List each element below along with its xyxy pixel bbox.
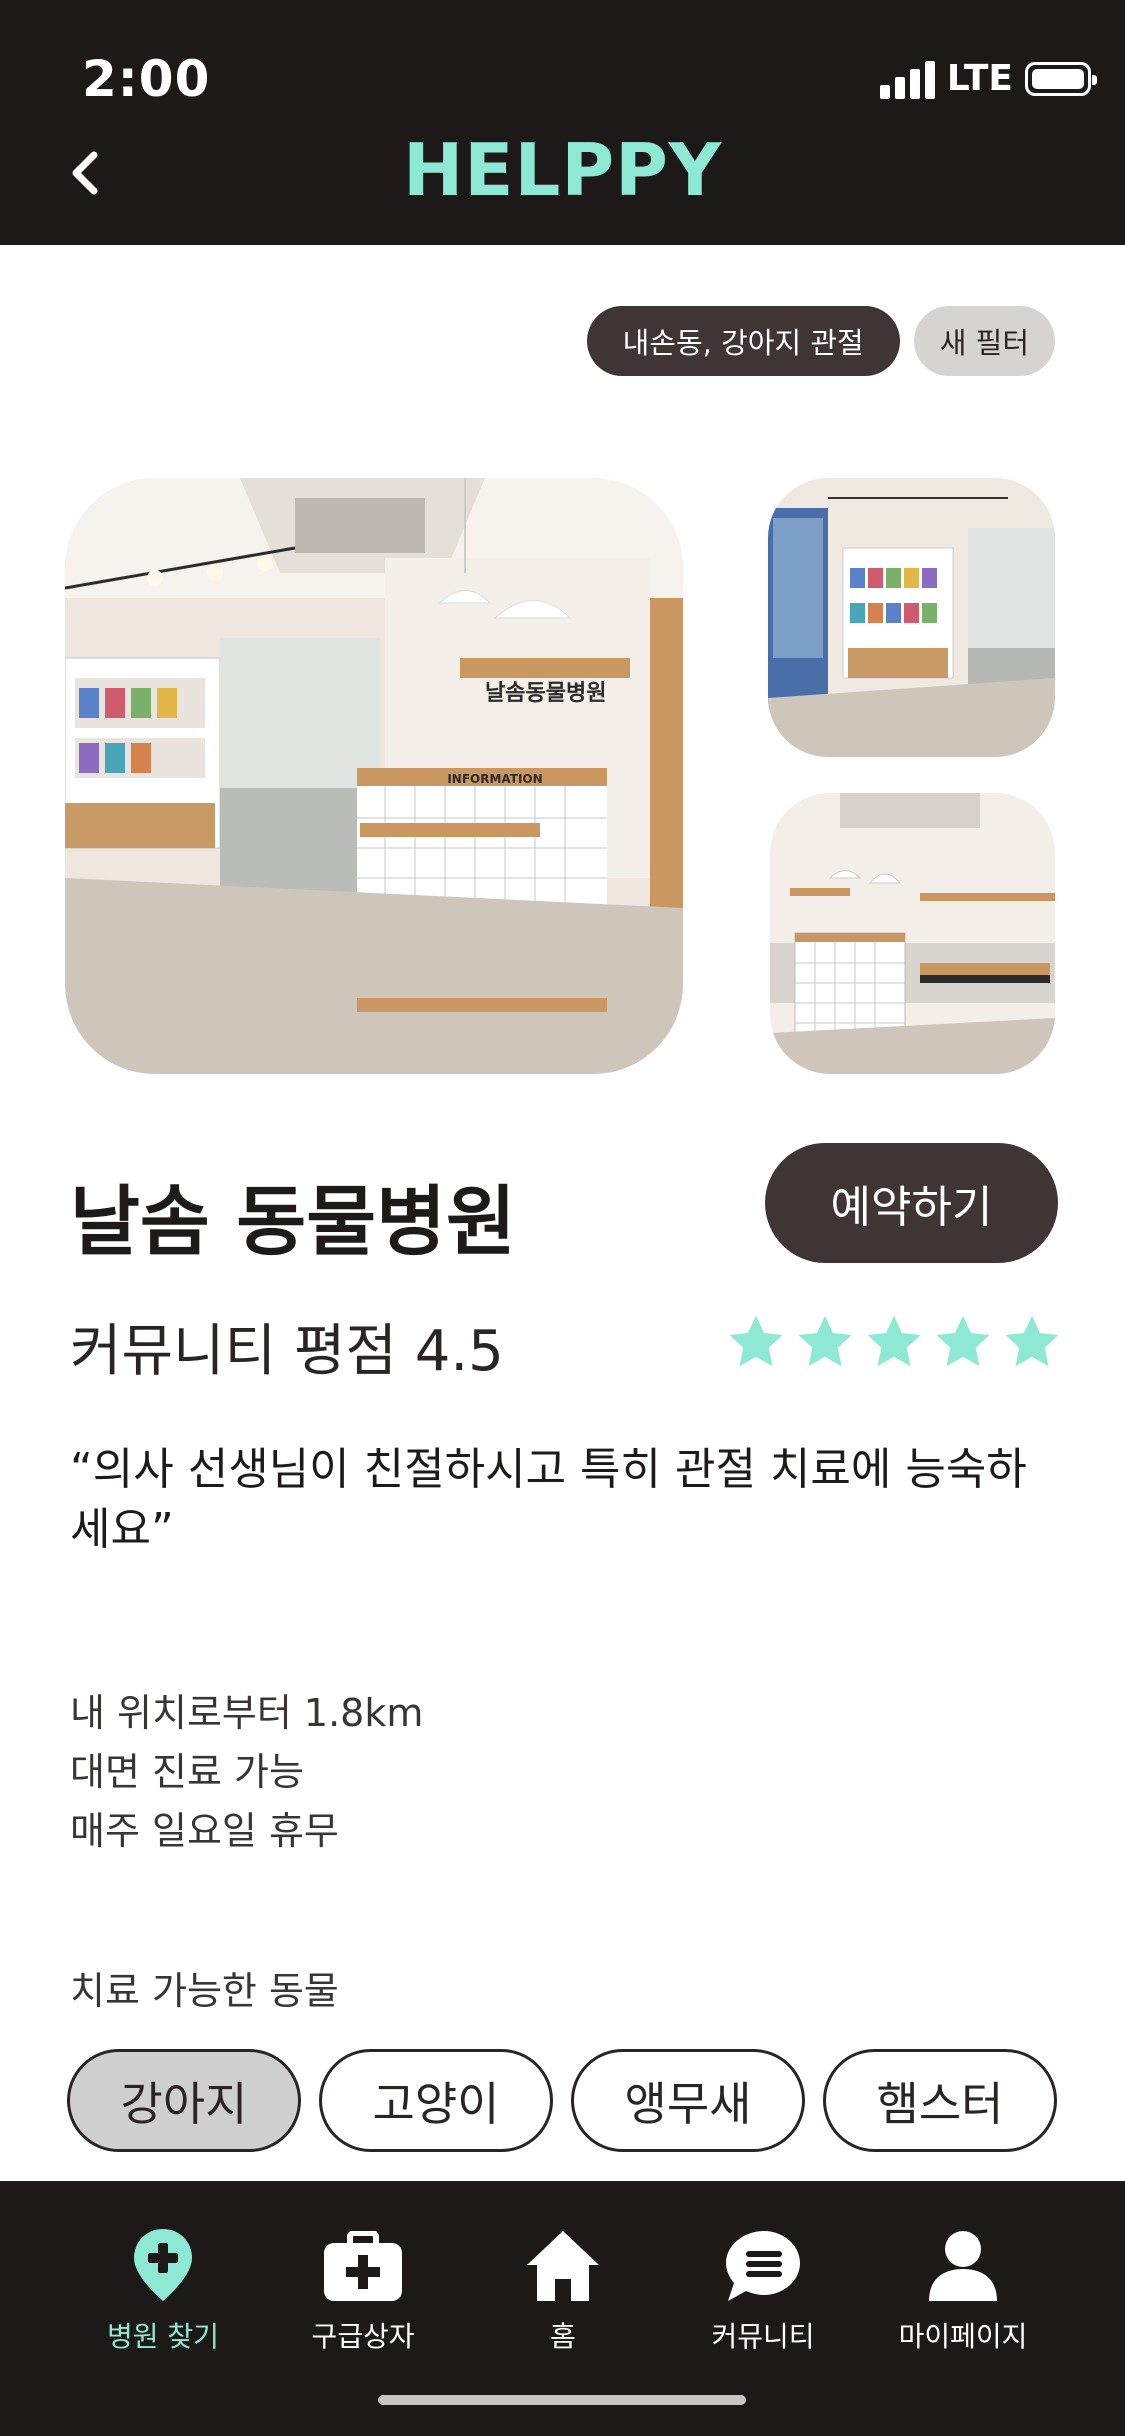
star-icon [1005,1315,1059,1367]
review-quote: “의사 선생님이 친절하시고 특히 관절 치료에 능숙하세요” [70,1444,1027,1555]
active-filter-chip[interactable]: 내손동, 강아지 관절 [586,306,900,376]
nav-label: 커뮤니티 [711,2320,815,2353]
nav-find-hospital[interactable]: 병원 찾기 [63,2213,263,2355]
clinic-photo-lobby[interactable] [770,793,1055,1074]
nav-label: 구급상자 [311,2320,415,2353]
status-time: 2:00 [82,50,211,108]
battery-icon [1025,61,1097,96]
closed-day-text: 매주 일요일 휴무 [70,1809,339,1853]
rating-stars [726,1312,1062,1372]
nav-community[interactable]: 커뮤니티 [663,2213,863,2355]
status-indicators: LTE [879,58,1097,99]
animal-chips: 강아지 고양이 앵무새 햄스터 [67,2049,1057,2152]
clinic-sign-text: 날솜동물병원 [485,681,606,706]
nav-home[interactable]: 홈 [463,2213,663,2355]
reserve-button[interactable]: 예약하기 [765,1143,1058,1263]
animal-chip-hamster[interactable]: 햄스터 [823,2049,1057,2152]
clinic-photo-main[interactable]: 날솜동물병원 INFORMATION [65,478,683,1074]
first-aid-kit-icon [324,2231,402,2301]
home-indicator[interactable] [378,2395,746,2405]
top-bar: 2:00 LTE HELPPY [0,0,1125,245]
filter-chips: 내손동, 강아지 관절 새 필터 [586,306,1055,376]
desk-label: INFORMATION [447,772,542,786]
star-icon [867,1315,921,1367]
home-icon [527,2231,599,2301]
chat-bubble-icon [726,2231,800,2301]
nav-label: 병원 찾기 [107,2320,219,2353]
user-icon [929,2231,997,2301]
nav-first-aid[interactable]: 구급상자 [263,2213,463,2355]
distance-text: 내 위치로부터 1.8km [70,1691,424,1735]
nav-label: 마이페이지 [898,2320,1028,2353]
animal-chip-cat[interactable]: 고양이 [319,2049,553,2152]
app-title: HELPPY [403,128,722,212]
clinic-info: 내 위치로부터 1.8km 대면 진료 가능 매주 일요일 휴무 [70,1684,423,1861]
star-icon [798,1315,852,1367]
network-label: LTE [946,58,1013,99]
in-person-text: 대면 진료 가능 [70,1750,304,1794]
clinic-name: 날솜 동물병원 [70,1177,516,1266]
animal-chip-parrot[interactable]: 앵무새 [571,2049,805,2152]
star-icon [936,1315,990,1367]
treatable-animals-label: 치료 가능한 동물 [70,1969,339,2013]
clinic-photo-shop[interactable] [768,478,1055,757]
location-pin-icon [134,2229,192,2301]
signal-icon [879,59,935,99]
community-rating: 커뮤니티 평점 4.5 [70,1319,504,1384]
new-filter-button[interactable]: 새 필터 [913,306,1055,376]
star-icon [729,1315,783,1367]
nav-my-page[interactable]: 마이페이지 [863,2213,1063,2355]
animal-chip-dog[interactable]: 강아지 [67,2049,301,2152]
nav-label: 홈 [550,2320,576,2353]
